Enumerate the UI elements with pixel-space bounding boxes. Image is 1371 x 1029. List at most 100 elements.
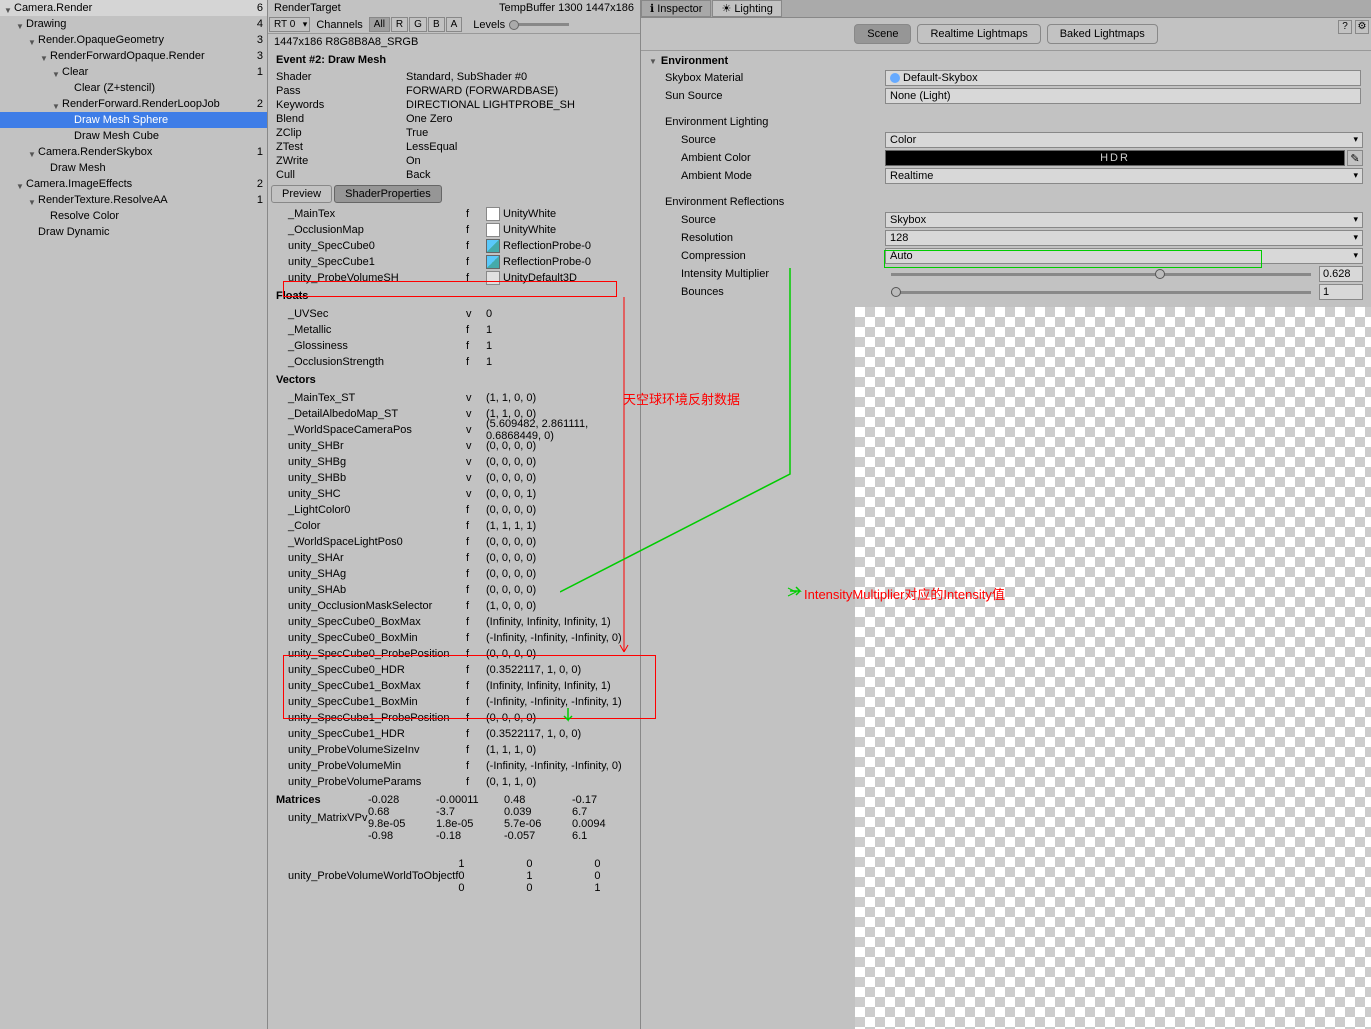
tree-item[interactable]: Camera.RenderSkybox1 <box>0 144 267 160</box>
tree-item[interactable]: Draw Mesh <box>0 160 267 176</box>
rt-dropdown[interactable]: RT 0 <box>269 17 310 32</box>
mode-realtime-lightmaps[interactable]: Realtime Lightmaps <box>917 24 1040 44</box>
resolution-dropdown[interactable]: 128 <box>885 230 1363 246</box>
tab-preview[interactable]: Preview <box>271 185 332 203</box>
prop-name: _Metallic <box>276 324 466 336</box>
expand-icon[interactable] <box>28 196 36 204</box>
frame-debugger-tree: Camera.Render6Drawing4Render.OpaqueGeome… <box>0 0 268 1029</box>
prop-val[interactable]: ReflectionProbe-0 <box>503 240 591 252</box>
intensity-value[interactable]: 0.628 <box>1319 266 1363 282</box>
prop-name: unity_SpecCube0 <box>276 240 466 252</box>
prop-name: unity_OcclusionMaskSelector <box>276 600 466 612</box>
expand-icon[interactable] <box>28 36 36 44</box>
prop-name: unity_ProbeVolumeSizeInv <box>276 744 466 756</box>
ch-a[interactable]: A <box>446 17 463 32</box>
expand-icon[interactable] <box>40 52 48 60</box>
prop-name: unity_SHAg <box>276 568 466 580</box>
prop-val: 1 <box>486 340 632 352</box>
prop-val: (0, 0, 0, 0) <box>486 584 632 596</box>
expand-icon[interactable] <box>16 20 24 28</box>
prop-val: (1, 1, 1, 1) <box>486 520 632 532</box>
prop-val: 1 <box>486 356 632 368</box>
tree-item[interactable]: Render.OpaqueGeometry3 <box>0 32 267 48</box>
prop-val: (-Infinity, -Infinity, -Infinity, 1) <box>486 696 632 708</box>
prop-name: unity_SpecCube1_HDR <box>276 728 466 740</box>
tree-item[interactable]: Camera.Render6 <box>0 0 267 16</box>
expand-icon[interactable] <box>52 68 60 76</box>
sun-field[interactable]: None (Light) <box>885 88 1361 104</box>
ch-r[interactable]: R <box>391 17 408 32</box>
ambient-color-field[interactable]: HDR <box>885 150 1345 166</box>
tree-item[interactable]: RenderForward.RenderLoopJob2 <box>0 96 267 112</box>
prop-val: LessEqual <box>406 141 632 153</box>
prop-val: (Infinity, Infinity, Infinity, 1) <box>486 680 632 692</box>
tree-item[interactable]: Resolve Color <box>0 208 267 224</box>
prop-val[interactable]: ReflectionProbe-0 <box>503 256 591 268</box>
tree-item[interactable]: Clear1 <box>0 64 267 80</box>
prop-val[interactable]: UnityDefault3D <box>503 272 577 284</box>
lighting-panel: ℹInspector ☀Lighting ?⚙ Scene Realtime L… <box>641 0 1371 1029</box>
gear-icon[interactable]: ⚙ <box>1355 20 1369 34</box>
prop-name: unity_ProbeVolumeSH <box>276 272 466 284</box>
ch-all[interactable]: All <box>369 17 390 32</box>
prop-val[interactable]: UnityWhite <box>503 224 556 236</box>
texture-icon <box>486 207 500 221</box>
format-info: 1447x186 R8G8B8A8_SRGB <box>268 34 640 50</box>
cubemap-icon <box>486 239 500 253</box>
tree-item[interactable]: Draw Dynamic <box>0 224 267 240</box>
skybox-field[interactable]: Default-Skybox <box>885 70 1361 86</box>
prop-val: (0.3522117, 1, 0, 0) <box>486 728 632 740</box>
tree-item[interactable]: Draw Mesh Cube <box>0 128 267 144</box>
mode-baked-lightmaps[interactable]: Baked Lightmaps <box>1047 24 1158 44</box>
prop-val: On <box>406 155 632 167</box>
expand-icon[interactable] <box>4 4 12 12</box>
prop-val[interactable]: UnityWhite <box>503 208 556 220</box>
resolution-label: Resolution <box>681 232 885 244</box>
compression-label: Compression <box>681 250 885 262</box>
prop-val: (5.609482, 2.861111, 0.6868449, 0) <box>486 418 632 442</box>
prop-name: unity_SHBg <box>276 456 466 468</box>
tree-item[interactable]: RenderTexture.ResolveAA1 <box>0 192 267 208</box>
ch-b[interactable]: B <box>428 17 445 32</box>
bounces-value[interactable]: 1 <box>1319 284 1363 300</box>
expand-icon[interactable] <box>16 180 24 188</box>
intensity-slider[interactable] <box>891 273 1311 276</box>
prop-val: One Zero <box>406 113 632 125</box>
prop-val: (0, 0, 0, 1) <box>486 488 632 500</box>
bounces-slider[interactable] <box>891 291 1311 294</box>
tab-inspector[interactable]: ℹInspector <box>641 0 711 17</box>
eyedropper-icon[interactable]: ✎ <box>1347 150 1363 166</box>
ambient-mode-dropdown[interactable]: Realtime <box>885 168 1363 184</box>
light-source-dropdown[interactable]: Color <box>885 132 1363 148</box>
bounces-label: Bounces <box>681 286 885 298</box>
ch-g[interactable]: G <box>409 17 427 32</box>
tree-item[interactable]: Camera.ImageEffects2 <box>0 176 267 192</box>
expand-icon[interactable] <box>52 100 60 108</box>
vectors-heading: Vectors <box>268 370 640 390</box>
prop-val: (0, 0, 0, 0) <box>486 712 632 724</box>
prop-val: True <box>406 127 632 139</box>
tree-item[interactable]: Draw Mesh Sphere <box>0 112 267 128</box>
prop-name: _DetailAlbedoMap_ST <box>276 408 466 420</box>
levels-slider[interactable] <box>509 23 569 26</box>
refl-source-dropdown[interactable]: Skybox <box>885 212 1363 228</box>
prop-val: 1 <box>486 324 632 336</box>
mode-scene[interactable]: Scene <box>854 24 911 44</box>
expand-icon[interactable] <box>28 148 36 156</box>
tab-lighting[interactable]: ☀Lighting <box>712 0 781 17</box>
prop-val: Back <box>406 169 632 181</box>
prop-name: unity_SpecCube1_BoxMax <box>276 680 466 692</box>
tree-item[interactable]: Clear (Z+stencil) <box>0 80 267 96</box>
tree-item[interactable]: RenderForwardOpaque.Render3 <box>0 48 267 64</box>
prop-val: (1, 1, 1, 0) <box>486 744 632 756</box>
tree-item[interactable]: Drawing4 <box>0 16 267 32</box>
tab-shader-properties[interactable]: ShaderProperties <box>334 185 442 203</box>
frame-debugger-detail: RenderTarget TempBuffer 1300 1447x186 RT… <box>268 0 641 1029</box>
help-icon[interactable]: ? <box>1338 20 1352 34</box>
compression-dropdown[interactable]: Auto <box>885 248 1363 264</box>
env-lighting-heading: Environment Lighting <box>665 116 768 128</box>
prop-val: (0, 0, 0, 0) <box>486 552 632 564</box>
prop-name: unity_SpecCube0_HDR <box>276 664 466 676</box>
environment-heading[interactable]: Environment <box>645 53 1367 69</box>
prop-val: (0, 0, 0, 0) <box>486 456 632 468</box>
